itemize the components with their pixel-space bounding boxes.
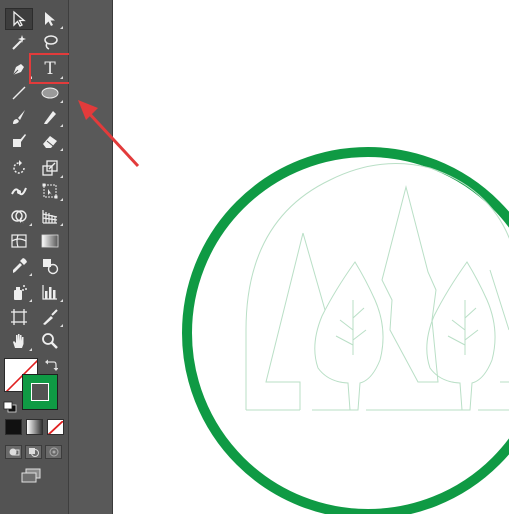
screen-mode-button[interactable] [20,467,44,485]
rotate-tool[interactable] [5,157,33,179]
left-conifer-outline [265,232,304,410]
mesh-tool[interactable] [5,230,33,252]
annotation-arrow [78,100,140,168]
draw-inside-button[interactable] [45,445,62,459]
magic-wand-icon [12,35,26,50]
direct-selection-arrow-icon [45,12,55,26]
paintbrush-icon [13,110,25,124]
selection-arrow-icon [13,10,26,27]
line-segment-icon [12,86,26,100]
eyedropper-tool[interactable] [5,255,33,277]
shape-builder-icon [11,210,27,224]
width-tool[interactable] [5,180,33,202]
middle-conifer-outline [381,185,439,383]
magic-wand-tool[interactable] [5,31,33,53]
draw-normal-icon [9,448,19,456]
symbol-sprayer-tool[interactable] [5,281,33,303]
blend-icon [43,259,59,275]
pen-nib-icon [12,64,24,76]
direct-selection-tool[interactable] [36,8,64,30]
gradient-mode-button[interactable] [26,419,43,435]
logo-green-ring [182,147,509,514]
column-graph-icon [42,285,57,300]
type-tool-highlight [29,53,71,84]
left-round-tree-outline [314,261,384,411]
right-conifer-outline [489,269,509,383]
color-mode-button[interactable] [5,419,22,435]
swap-fill-stroke-icon[interactable] [44,357,59,371]
line-segment-tool[interactable] [5,82,33,104]
blob-brush-icon [13,134,26,147]
draw-behind-icon [28,448,39,457]
tools-panel: T [0,0,71,514]
eyedropper-icon [13,258,27,273]
perspective-grid-tool[interactable] [36,205,64,227]
artboard-canvas[interactable] [113,0,509,514]
hand-icon [13,334,24,348]
eraser-icon [43,136,57,148]
paintbrush-tool[interactable] [5,106,33,128]
eraser-tool[interactable] [36,130,64,152]
hand-tool[interactable] [5,330,33,352]
blend-tool[interactable] [36,255,64,277]
blob-brush-tool[interactable] [5,130,33,152]
default-fill-stroke-icon[interactable] [3,398,17,413]
screen-mode-icon [21,468,41,483]
pencil-tool[interactable] [36,106,64,128]
artboard-tool[interactable] [5,306,33,328]
draw-behind-button[interactable] [25,445,42,459]
zoom-magnifier-icon [42,333,58,349]
right-round-tree-outline [426,261,496,411]
shape-builder-tool[interactable] [5,205,33,227]
lasso-icon [44,35,58,50]
gradient-icon [41,234,59,248]
dome-outline [245,163,509,410]
tree-logo-outline [245,163,509,411]
column-graph-tool[interactable] [36,281,64,303]
ellipse-tool[interactable] [36,82,64,104]
gradient-tool[interactable] [36,230,64,252]
slice-knife-icon [43,309,58,325]
scale-tool[interactable] [36,157,64,179]
draw-normal-button[interactable] [5,445,22,459]
panel-gutter [69,0,113,514]
none-mode-button[interactable] [47,419,64,435]
draw-inside-icon [49,447,58,457]
symbol-sprayer-icon [14,285,27,300]
lasso-tool[interactable] [36,31,64,53]
scale-icon [42,160,58,176]
artboard-icon [11,309,27,325]
mesh-icon [11,234,27,248]
pencil-icon [44,111,56,124]
selection-tool[interactable] [5,8,33,30]
none-slash-icon [48,420,63,434]
slice-tool[interactable] [36,306,64,328]
zoom-tool[interactable] [36,330,64,352]
perspective-grid-icon [42,210,58,224]
free-transform-icon [42,183,58,199]
free-transform-tool[interactable] [36,180,64,202]
stroke-swatch[interactable] [22,374,58,410]
rotate-icon [13,160,25,174]
ellipse-icon [41,87,59,99]
width-icon [11,187,27,196]
